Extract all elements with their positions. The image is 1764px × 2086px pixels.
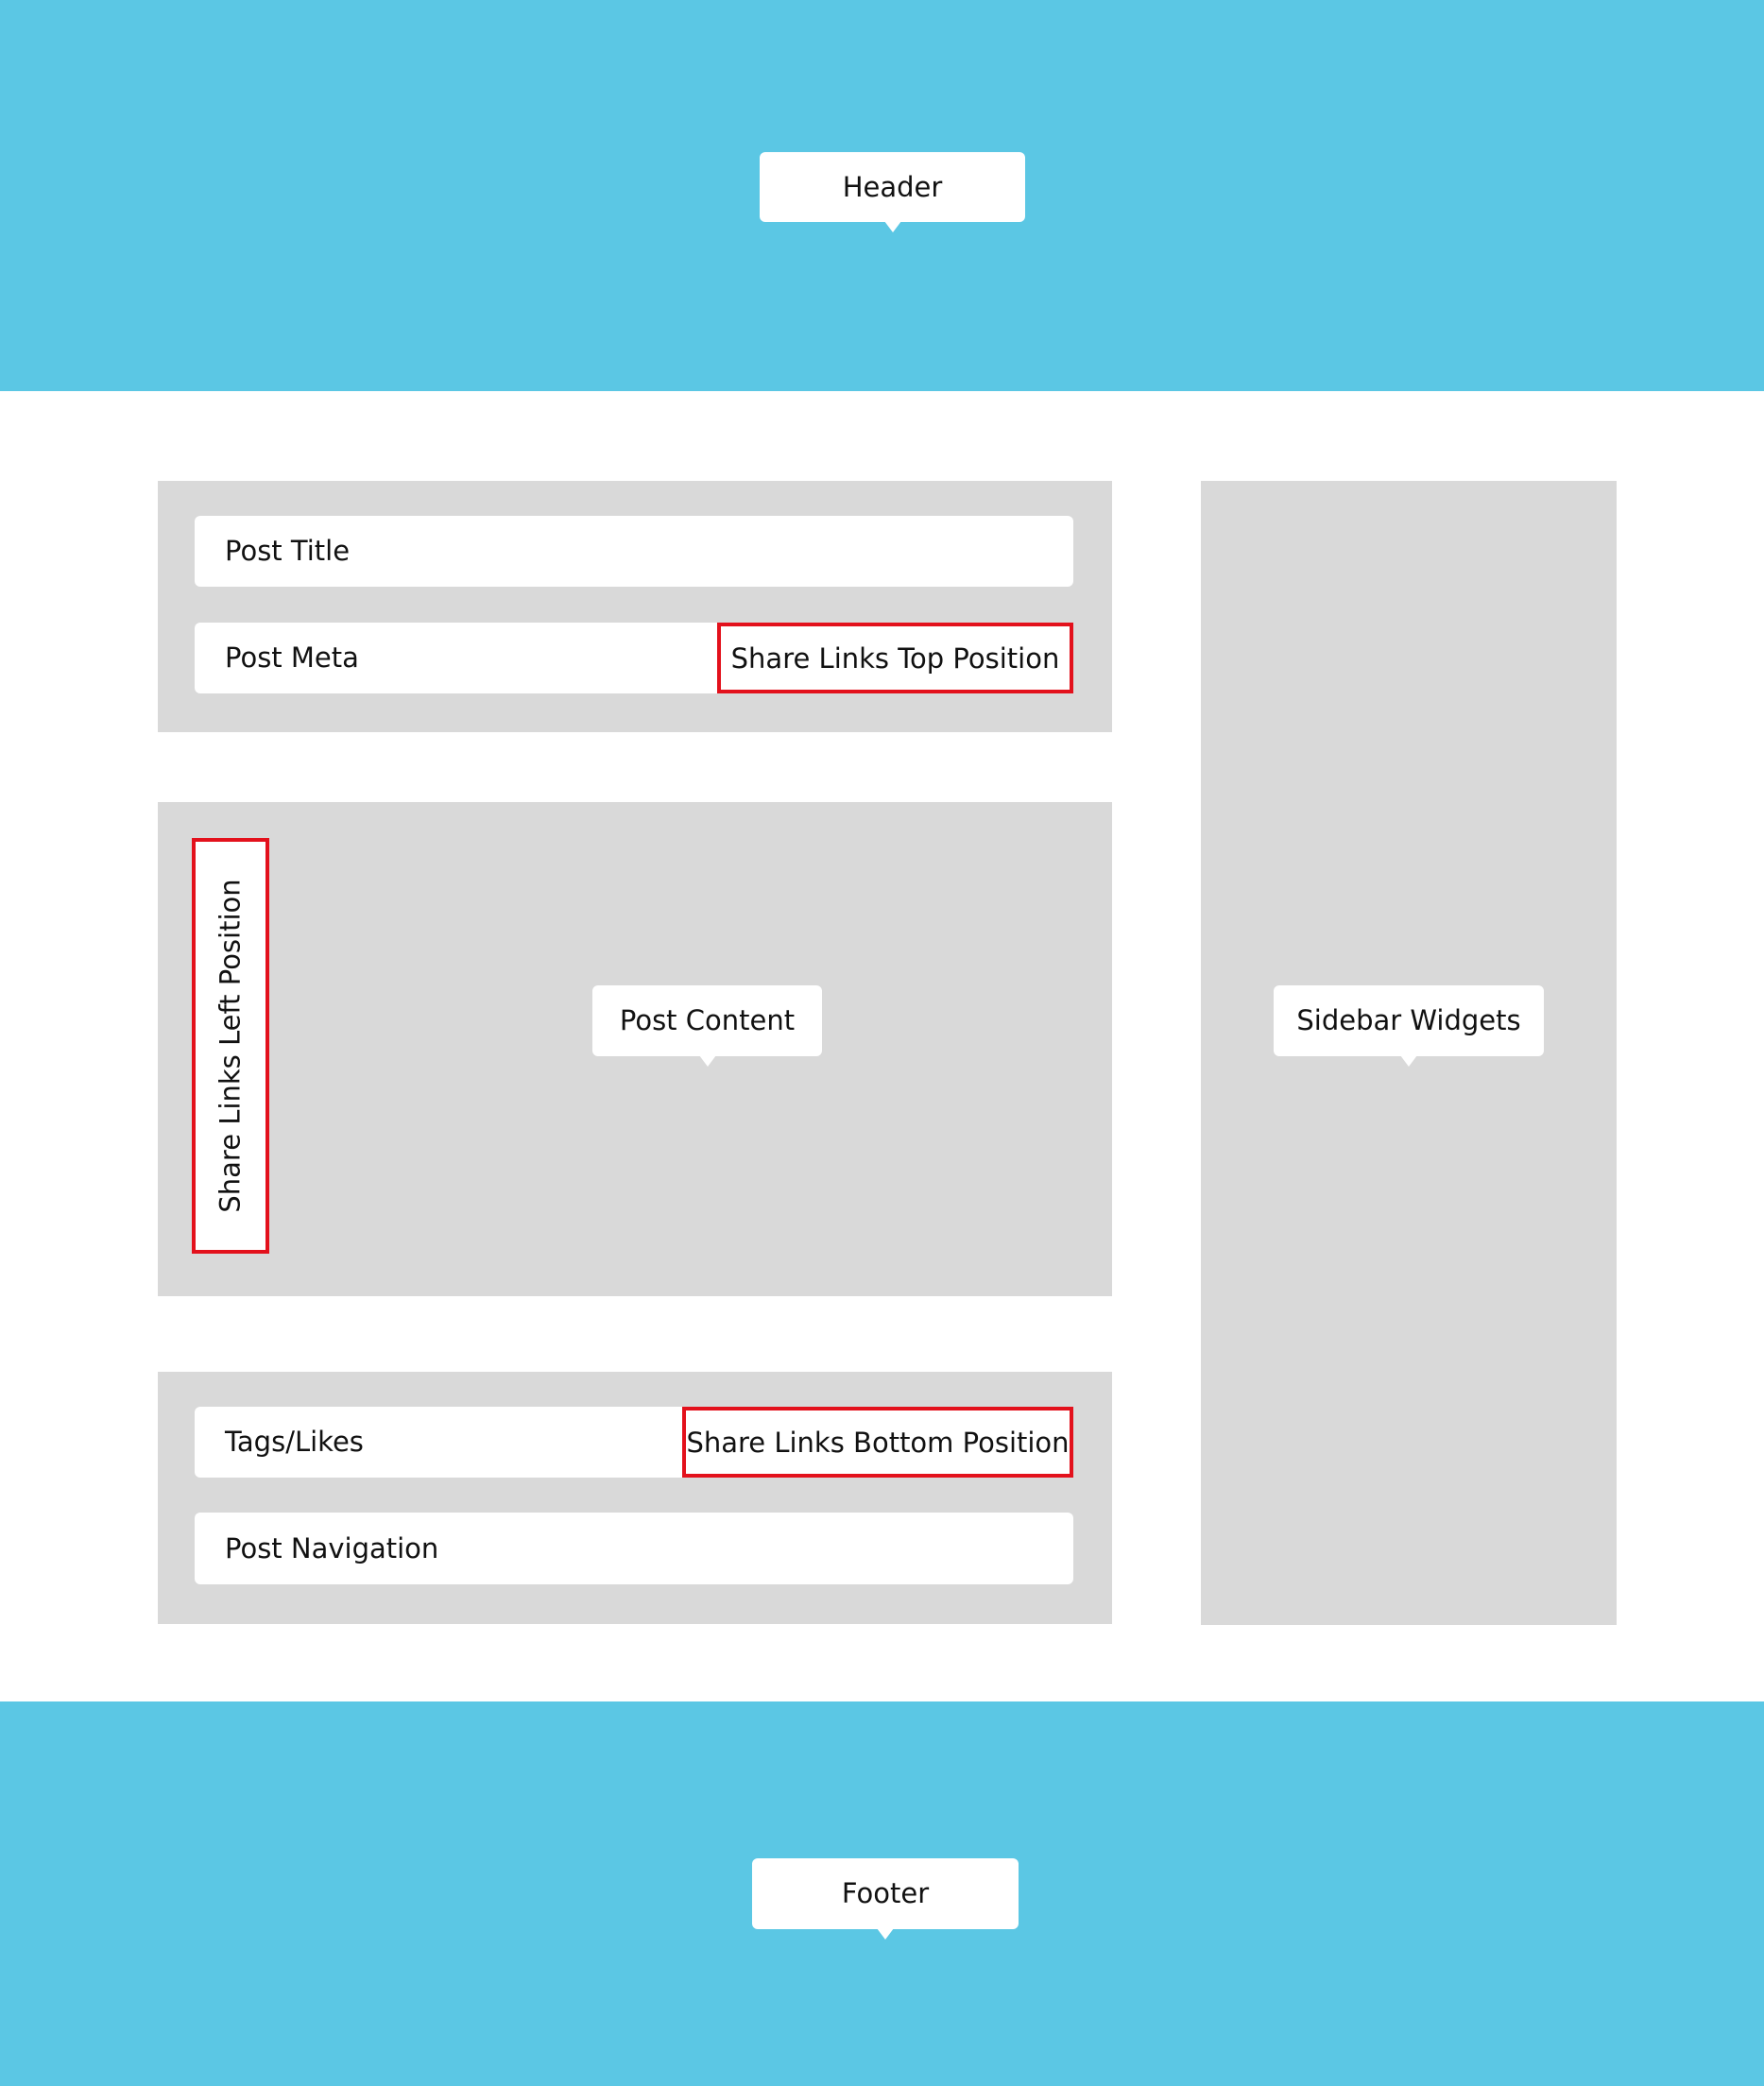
share-links-left-box: Share Links Left Position (192, 838, 269, 1254)
sidebar-widgets-callout: Sidebar Widgets (1274, 985, 1544, 1067)
post-title-label: Post Title (225, 535, 351, 567)
tags-likes-label: Tags/Likes (225, 1426, 364, 1458)
post-title-block: Post Title (195, 516, 1073, 587)
post-header-panel: Post Title Post Meta Share Links Top Pos… (158, 481, 1112, 732)
post-meta-label: Post Meta (225, 641, 359, 674)
sidebar-widgets-label: Sidebar Widgets (1296, 1004, 1521, 1036)
post-footer-panel: Tags/Likes Share Links Bottom Position P… (158, 1372, 1112, 1624)
share-links-bottom-box: Share Links Bottom Position (682, 1407, 1073, 1478)
header-label-callout: Header (760, 152, 1025, 232)
share-links-left-label: Share Links Left Position (214, 879, 247, 1213)
share-links-bottom-label: Share Links Bottom Position (686, 1426, 1070, 1459)
post-content-label: Post Content (619, 1004, 796, 1036)
footer-label-callout: Footer (752, 1858, 1019, 1940)
footer-region: Footer (0, 1701, 1764, 2086)
share-links-top-box: Share Links Top Position (717, 623, 1073, 693)
post-content-callout: Post Content (592, 985, 822, 1067)
sidebar-panel: Sidebar Widgets (1201, 481, 1617, 1625)
share-links-top-label: Share Links Top Position (730, 641, 1060, 675)
header-label: Header (842, 170, 943, 203)
post-navigation-block: Post Navigation (195, 1513, 1073, 1584)
post-content-panel: Share Links Left Position Post Content (158, 802, 1112, 1296)
header-region: Header (0, 0, 1764, 391)
post-navigation-label: Post Navigation (225, 1531, 439, 1564)
footer-label: Footer (841, 1877, 930, 1909)
